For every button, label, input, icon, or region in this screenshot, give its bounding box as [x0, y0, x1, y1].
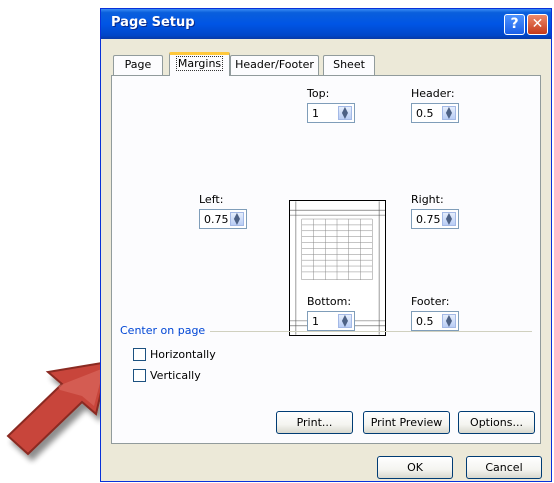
bottom-margin-spinner[interactable]: 1 ▲ ▼ — [307, 311, 355, 331]
center-on-page-label: Center on page — [120, 324, 210, 337]
bottom-label: Bottom: — [307, 295, 352, 308]
tab-page[interactable]: Page — [113, 55, 163, 75]
spin-updown-icon[interactable]: ▲ ▼ — [230, 212, 244, 226]
header-label: Header: — [411, 87, 455, 100]
footer-margin-value: 0.5 — [416, 315, 434, 328]
left-label: Left: — [199, 193, 224, 206]
header-margin-value: 0.5 — [416, 107, 434, 120]
spin-updown-icon[interactable]: ▲ ▼ — [338, 314, 352, 328]
horizontally-label[interactable]: Horizontally — [150, 348, 216, 361]
options-button[interactable]: Options... — [458, 411, 535, 434]
right-margin-spinner[interactable]: 0.75 ▲ ▼ — [411, 209, 459, 229]
vertically-label[interactable]: Vertically — [150, 369, 201, 382]
close-button[interactable]: ✕ — [527, 14, 548, 35]
tab-header-footer[interactable]: Header/Footer — [230, 55, 319, 75]
left-margin-spinner[interactable]: 0.75 ▲ ▼ — [199, 209, 247, 229]
help-button[interactable]: ? — [504, 14, 525, 35]
margins-panel: Top: 1 ▲ ▼ Header: 0.5 ▲ ▼ Left: 0.75 ▲ … — [111, 75, 541, 444]
dialog-title: Page Setup — [111, 15, 195, 30]
left-margin-value: 0.75 — [204, 213, 229, 226]
print-preview-button[interactable]: Print Preview — [363, 411, 450, 434]
page-setup-dialog: Page Setup ? ✕ Page Margins Header/Foote… — [100, 8, 552, 482]
group-divider — [210, 331, 532, 332]
cancel-button[interactable]: Cancel — [466, 456, 542, 479]
print-button[interactable]: Print... — [276, 411, 353, 434]
footer-margin-spinner[interactable]: 0.5 ▲ ▼ — [411, 311, 459, 331]
spin-updown-icon[interactable]: ▲ ▼ — [442, 212, 456, 226]
footer-label: Footer: — [411, 295, 450, 308]
tab-sheet[interactable]: Sheet — [323, 55, 375, 75]
header-margin-spinner[interactable]: 0.5 ▲ ▼ — [411, 103, 459, 123]
right-margin-value: 0.75 — [416, 213, 441, 226]
tab-page-label: Page — [124, 58, 152, 71]
ok-button[interactable]: OK — [377, 456, 453, 479]
vertically-checkbox[interactable] — [133, 369, 146, 382]
tab-margins-label: Margins — [175, 56, 224, 71]
spin-updown-icon[interactable]: ▲ ▼ — [338, 106, 352, 120]
tab-sheet-label: Sheet — [333, 58, 365, 71]
spin-updown-icon[interactable]: ▲ ▼ — [442, 106, 456, 120]
tab-margins[interactable]: Margins — [169, 52, 230, 76]
top-margin-spinner[interactable]: 1 ▲ ▼ — [307, 103, 355, 123]
top-label: Top: — [307, 87, 330, 100]
tab-header-footer-label: Header/Footer — [235, 58, 314, 71]
spin-updown-icon[interactable]: ▲ ▼ — [442, 314, 456, 328]
bottom-margin-value: 1 — [312, 315, 319, 328]
horizontally-checkbox[interactable] — [133, 348, 146, 361]
title-bar: Page Setup ? ✕ — [101, 9, 551, 39]
top-margin-value: 1 — [312, 107, 319, 120]
right-label: Right: — [411, 193, 444, 206]
